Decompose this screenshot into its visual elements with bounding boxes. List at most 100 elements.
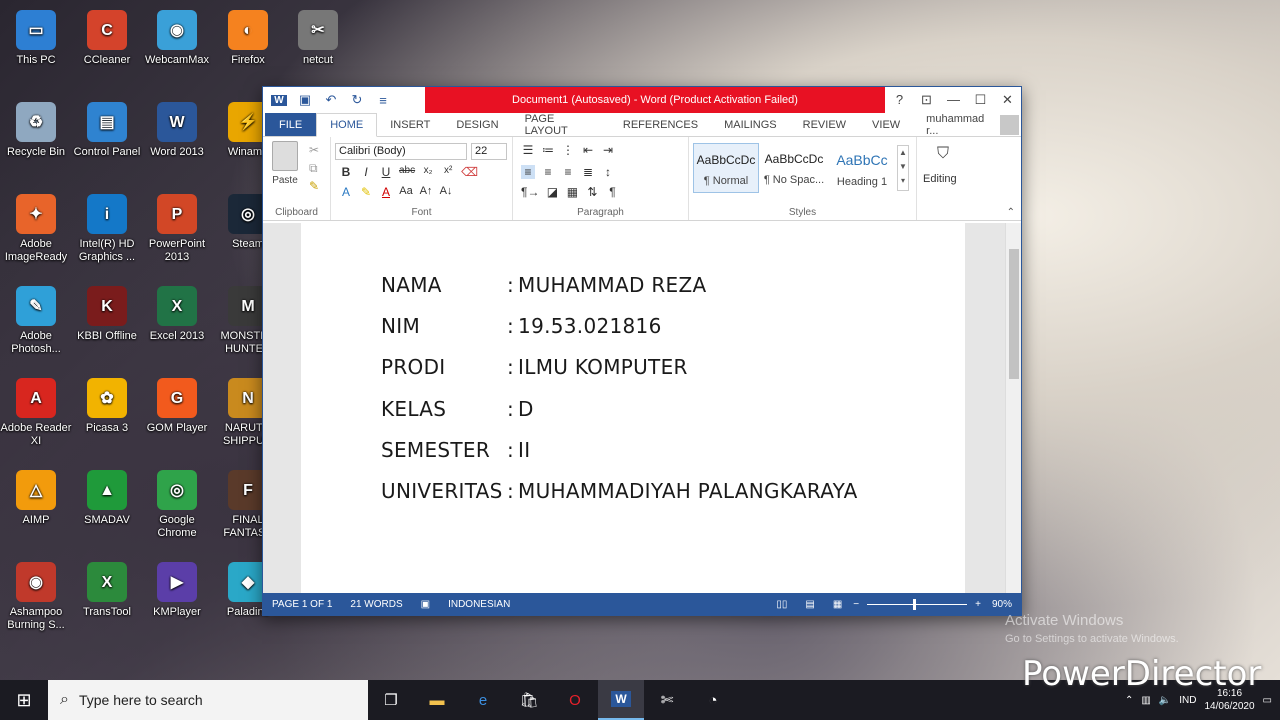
desktop-shortcut[interactable]: ▭ This PC [0,10,72,67]
network-icon[interactable]: ▥ [1141,695,1150,706]
start-button[interactable]: ⊞ [0,680,48,720]
document-page[interactable]: NAMA: MUHAMMAD REZA NIM:19.53.021816 PRODI:… [301,223,965,595]
desktop-shortcut[interactable]: i Intel(R) HD Graphics ... [71,194,143,264]
tab-insert[interactable]: INSERT [377,113,443,136]
desktop-shortcut[interactable]: ✎ Adobe Photosh... [0,286,72,356]
justify-icon[interactable]: ≣ [581,165,595,179]
align-right-icon[interactable]: ≡ [561,165,575,179]
desktop-shortcut[interactable]: ▶ KMPlayer [141,562,213,619]
opera-icon[interactable]: O [552,680,598,720]
paste-button[interactable]: Paste [269,141,301,186]
scrollbar-thumb[interactable] [1009,249,1019,379]
tab-review[interactable]: REVIEW [790,113,859,136]
editing-group[interactable]: ⛉ Editing [917,137,977,220]
zoom-slider[interactable] [867,598,968,610]
input-language[interactable]: IND [1179,695,1196,706]
undo-icon[interactable]: ↶ [323,92,339,108]
recorder-icon[interactable]: ◔ [690,680,736,720]
cut-icon[interactable]: ✂ [309,143,319,157]
underline-icon[interactable]: U [379,165,393,179]
highlight-icon[interactable]: ✎ [359,185,373,199]
tab-view[interactable]: VIEW [859,113,913,136]
qat-customize-icon[interactable]: ≡ [375,93,391,108]
style-heading-1[interactable]: AaBbCc Heading 1 [829,143,895,193]
numbering-icon[interactable]: ≔ [541,143,555,157]
desktop-shortcut[interactable]: ✿ Picasa 3 [71,378,143,435]
font-size-input[interactable]: 22 [471,143,507,160]
line-spacing-icon[interactable]: ↕ [601,165,615,179]
strikethrough-icon[interactable]: abc [399,165,415,179]
close-icon[interactable]: ✕ [994,87,1021,113]
zoom-in-icon[interactable]: + [973,599,983,610]
styles-more-icon[interactable]: ▲ ▼ ▾ [897,145,909,191]
account-avatar[interactable] [999,115,1019,135]
desktop-shortcut[interactable]: G GOM Player [141,378,213,435]
tab-references[interactable]: REFERENCES [610,113,711,136]
notification-icon[interactable]: ▭ [1263,695,1272,706]
font-color-icon[interactable]: A [379,185,393,199]
help-button[interactable]: ? [886,87,913,113]
desktop-shortcut[interactable]: △ AIMP [0,470,72,527]
shading-icon[interactable]: ◪ [545,185,559,199]
zoom-slider-thumb[interactable] [913,598,917,610]
multilevel-list-icon[interactable]: ⋮ [561,143,575,157]
subscript-icon[interactable]: x₂ [421,165,435,179]
task-view-icon[interactable]: ❐ [368,680,414,720]
desktop-shortcut[interactable]: ✦ Adobe ImageReady [0,194,72,264]
text-effects-icon[interactable]: A [339,185,353,199]
taskbar-search[interactable]: ⌕ Type here to search [48,680,368,720]
proofing-icon[interactable]: ▣ [412,599,439,610]
tab-page-layout[interactable]: PAGE LAYOUT [512,113,610,137]
bold-icon[interactable]: B [339,165,353,179]
show-hidden-icon[interactable]: ⌃ [1125,695,1133,706]
desktop-shortcut[interactable]: X Excel 2013 [141,286,213,343]
desktop-shortcut[interactable]: C CCleaner [71,10,143,67]
save-icon[interactable]: ▣ [297,92,313,108]
desktop-shortcut[interactable]: ✂ netcut [282,10,354,67]
page-count[interactable]: PAGE 1 OF 1 [263,599,341,610]
align-center-icon[interactable]: ≡ [541,165,555,179]
decrease-indent-icon[interactable]: ⇤ [581,143,595,157]
minimize-icon[interactable]: — [940,87,967,113]
maximize-icon[interactable]: ☐ [967,87,994,113]
desktop-shortcut[interactable]: ◉ WebcamMax [141,10,213,67]
borders-icon[interactable]: ▦ [565,185,579,199]
font-name-input[interactable]: Calibri (Body) [335,143,467,160]
desktop-shortcut[interactable]: A Adobe Reader XI [0,378,72,448]
desktop-shortcut[interactable]: P PowerPoint 2013 [141,194,213,264]
account-name[interactable]: muhammad r... [913,113,1000,137]
desktop-shortcut[interactable]: W Word 2013 [141,102,213,159]
change-case-icon[interactable]: Aa [399,185,413,199]
volume-icon[interactable]: 🔈 [1159,695,1171,706]
shrink-font-icon[interactable]: A↓ [439,185,453,199]
edge-icon[interactable]: e [460,680,506,720]
store-icon[interactable]: 🛍 [506,680,552,720]
desktop-shortcut[interactable]: ◉ Ashampoo Burning S... [0,562,72,632]
word-count[interactable]: 21 WORDS [341,599,411,610]
style-no-spacing[interactable]: AaBbCcDc ¶ No Spac... [761,143,827,193]
print-layout-icon[interactable]: ▤ [796,599,823,610]
show-marks-icon[interactable]: ¶ [605,185,619,199]
bullets-icon[interactable]: ☰ [521,143,535,157]
ribbon-display-icon[interactable]: ⊡ [913,87,940,113]
vertical-scrollbar[interactable] [1005,223,1021,595]
word-taskbar-icon[interactable]: W [598,680,644,720]
collapse-ribbon-icon[interactable]: ⌃ [1007,207,1015,218]
tab-file[interactable]: FILE [265,113,317,136]
desktop-shortcut[interactable]: K KBBI Offline [71,286,143,343]
zoom-level[interactable]: 90% [983,599,1021,610]
web-layout-icon[interactable]: ▦ [824,599,851,610]
redo-icon[interactable]: ↻ [349,92,365,108]
snipping-icon[interactable]: ✄ [644,680,690,720]
language-status[interactable]: INDONESIAN [439,599,519,610]
tab-mailings[interactable]: MAILINGS [711,113,790,136]
superscript-icon[interactable]: x² [441,165,455,179]
copy-icon[interactable]: ⧉ [309,161,318,176]
file-explorer-icon[interactable]: ▬ [414,680,460,720]
clear-format-icon[interactable]: ⌫ [461,165,478,179]
ltr-icon[interactable]: ¶→ [521,185,539,199]
title-bar[interactable]: W ▣ ↶ ↻ ≡ Document1 (Autosaved) - Word (… [263,87,1021,113]
align-left-icon[interactable]: ≡ [521,165,535,179]
tab-design[interactable]: DESIGN [443,113,511,136]
style-normal[interactable]: AaBbCcDc ¶ Normal [693,143,759,193]
